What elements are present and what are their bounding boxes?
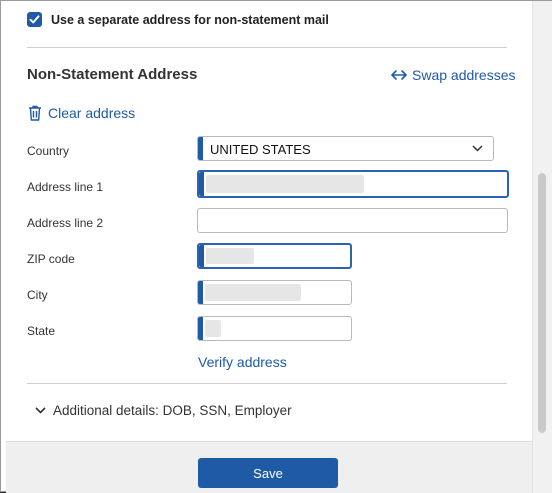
redacted-value xyxy=(206,248,254,264)
trash-icon xyxy=(29,105,41,121)
additional-details-label: Additional details: DOB, SSN, Employer xyxy=(53,403,292,418)
address-line-2-input[interactable] xyxy=(197,208,508,233)
save-button[interactable]: Save xyxy=(198,458,338,488)
separate-address-label: Use a separate address for non-statement… xyxy=(51,12,329,27)
state-input[interactable] xyxy=(197,316,352,341)
address-line-1-input[interactable] xyxy=(197,170,509,198)
dialog-window: Use a separate address for non-statement… xyxy=(0,0,552,493)
section-title: Non-Statement Address xyxy=(27,66,198,83)
city-label: City xyxy=(27,288,48,302)
city-input[interactable] xyxy=(197,280,352,305)
country-label: Country xyxy=(27,144,70,158)
field-marker xyxy=(198,137,203,160)
swap-addresses-link[interactable]: Swap addresses xyxy=(391,67,516,83)
swap-arrows-icon xyxy=(391,70,407,80)
swap-addresses-label: Swap addresses xyxy=(412,67,516,83)
clear-address-link[interactable]: Clear address xyxy=(28,105,135,121)
country-value: UNITED STATES xyxy=(210,142,311,157)
redacted-value xyxy=(205,320,221,337)
zip-code-input[interactable] xyxy=(197,243,352,269)
address-line-2-label: Address line 2 xyxy=(27,216,104,230)
top-divider xyxy=(27,47,507,48)
country-select[interactable]: UNITED STATES xyxy=(197,136,494,161)
details-divider xyxy=(27,383,507,384)
vertical-scrollbar[interactable] xyxy=(532,1,552,493)
additional-details-toggle[interactable]: Additional details: DOB, SSN, Employer xyxy=(35,403,292,418)
zip-code-label: ZIP code xyxy=(27,252,75,266)
separate-address-checkbox-row[interactable]: Use a separate address for non-statement… xyxy=(27,12,329,27)
chevron-down-icon xyxy=(35,407,46,414)
redacted-value xyxy=(206,175,364,193)
state-label: State xyxy=(27,324,56,338)
field-marker xyxy=(198,281,203,304)
field-marker xyxy=(198,317,203,340)
scrollbar-thumb[interactable] xyxy=(538,173,546,433)
verify-address-link[interactable]: Verify address xyxy=(198,354,287,370)
clear-address-label: Clear address xyxy=(48,105,136,121)
address-line-1-label: Address line 1 xyxy=(27,180,104,194)
separate-address-checkbox[interactable] xyxy=(27,12,42,27)
field-marker xyxy=(199,245,204,267)
checkmark-icon xyxy=(29,15,40,24)
chevron-down-icon xyxy=(472,145,483,152)
redacted-value xyxy=(205,284,301,301)
field-marker xyxy=(199,172,204,196)
